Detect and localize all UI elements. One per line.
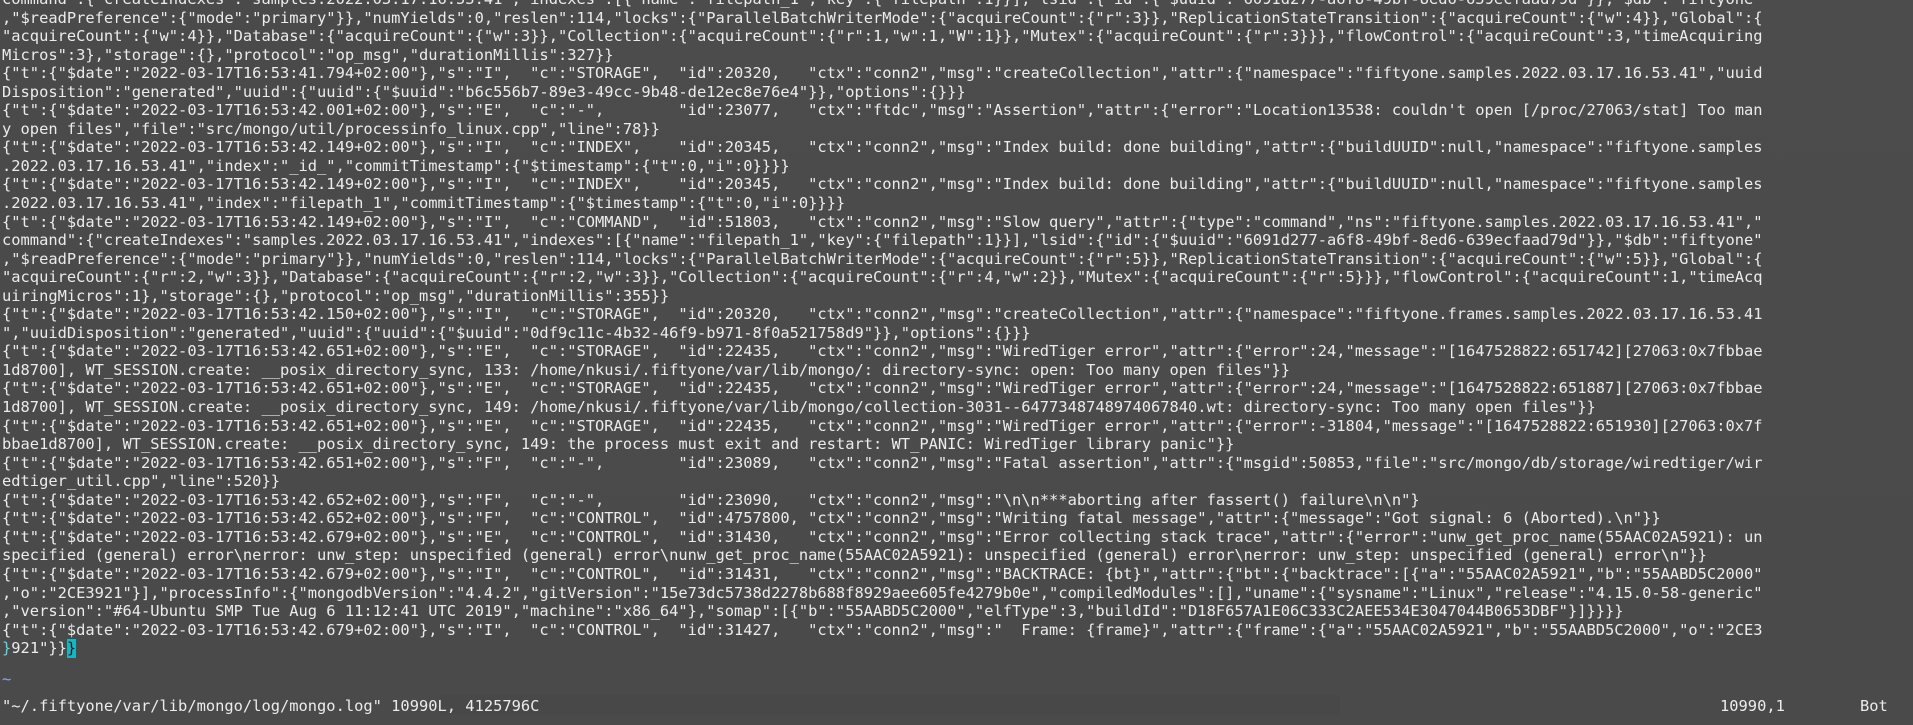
log-viewport[interactable]: command":{"createIndexes":"samples.2022.… <box>0 0 1913 690</box>
log-line: 1d8700], WT_SESSION.create: __posix_dire… <box>2 398 1596 417</box>
log-line: uiringMicros":1},"storage":{},"protocol"… <box>2 286 670 305</box>
log-line: command":{"createIndexes":"samples.2022.… <box>2 231 1763 250</box>
empty-line-marker: ~ <box>2 670 12 688</box>
log-line: {"t":{"$date":"2022-03-17T16:53:42.149+0… <box>2 175 1763 194</box>
log-line: specified (general) error\nerror: unw_st… <box>2 546 1707 565</box>
log-line: {"t":{"$date":"2022-03-17T16:53:42.651+0… <box>2 379 1763 398</box>
log-line: edtiger_util.cpp","line":520}} <box>2 472 280 491</box>
log-line: ,"o":"2CE3921"}],"processInfo":{"mongodb… <box>2 583 1763 602</box>
status-file-info: "~/.fiftyone/var/lib/mongo/log/mongo.log… <box>2 697 540 715</box>
log-line: .2022.03.17.16.53.41","index":"_id_","co… <box>2 156 790 175</box>
log-line: ,"$readPreference":{"mode":"primary"}},"… <box>2 8 1763 27</box>
log-line: {"t":{"$date":"2022-03-17T16:53:42.651+0… <box>2 342 1763 361</box>
log-line: y open files","file":"src/mongo/util/pro… <box>2 119 660 138</box>
log-line: {"t":{"$date":"2022-03-17T16:53:42.679+0… <box>2 527 1763 546</box>
log-line: Micros":3},"storage":{},"protocol":"op_m… <box>2 45 614 64</box>
log-line: {"t":{"$date":"2022-03-17T16:53:42.149+0… <box>2 138 1763 157</box>
log-line: {"t":{"$date":"2022-03-17T16:53:42.150+0… <box>2 305 1763 324</box>
log-line: {"t":{"$date":"2022-03-17T16:53:42.651+0… <box>2 416 1763 435</box>
log-line: {"t":{"$date":"2022-03-17T16:53:42.651+0… <box>2 453 1763 472</box>
log-line: {"t":{"$date":"2022-03-17T16:53:42.679+0… <box>2 620 1763 639</box>
status-cursor-position: 10990,1 <box>1720 697 1785 715</box>
log-line: bbae1d8700], WT_SESSION.create: __posix_… <box>2 435 1235 454</box>
log-line: {"t":{"$date":"2022-03-17T16:53:42.679+0… <box>2 564 1763 583</box>
log-content: command":{"createIndexes":"samples.2022.… <box>0 0 1913 658</box>
log-line: {"t":{"$date":"2022-03-17T16:53:42.652+0… <box>2 490 1420 509</box>
text-cursor: } <box>66 639 77 658</box>
log-line: command":{"createIndexes":"samples.2022.… <box>2 0 1763 8</box>
log-line: ,"version":"#64-Ubuntu SMP Tue Aug 6 11:… <box>2 602 1624 621</box>
log-line: "acquireCount":{"w":4}},"Database":{"acq… <box>2 27 1763 46</box>
log-line: {"t":{"$date":"2022-03-17T16:53:42.001+0… <box>2 101 1763 120</box>
log-line: "acquireCount":{"r":2,"w":3}},"Database"… <box>2 268 1763 287</box>
log-line: {"t":{"$date":"2022-03-17T16:53:42.149+0… <box>2 212 1763 231</box>
log-line: ","uuidDisposition":"generated","uuid":{… <box>2 323 1031 342</box>
log-line: .2022.03.17.16.53.41","index":"filepath_… <box>2 194 846 213</box>
log-line: {"t":{"$date":"2022-03-17T16:53:41.794+0… <box>2 64 1763 83</box>
log-lines: command":{"createIndexes":"samples.2022.… <box>2 0 1763 639</box>
cursor-bracket: } <box>2 639 12 658</box>
vim-status-line: "~/.fiftyone/var/lib/mongo/log/mongo.log… <box>0 695 1913 717</box>
terminal-window[interactable]: command":{"createIndexes":"samples.2022.… <box>0 0 1913 725</box>
log-line: Disposition":"generated","uuid":{"uuid":… <box>2 82 966 101</box>
log-line: 1d8700], WT_SESSION.create: __posix_dire… <box>2 360 1290 379</box>
log-line: ,"$readPreference":{"mode":"primary"}},"… <box>2 249 1763 268</box>
status-scroll-indicator: Bot <box>1860 697 1888 715</box>
log-line: {"t":{"$date":"2022-03-17T16:53:42.652+0… <box>2 509 1661 528</box>
last-line-tail: 921"}} <box>11 639 67 658</box>
